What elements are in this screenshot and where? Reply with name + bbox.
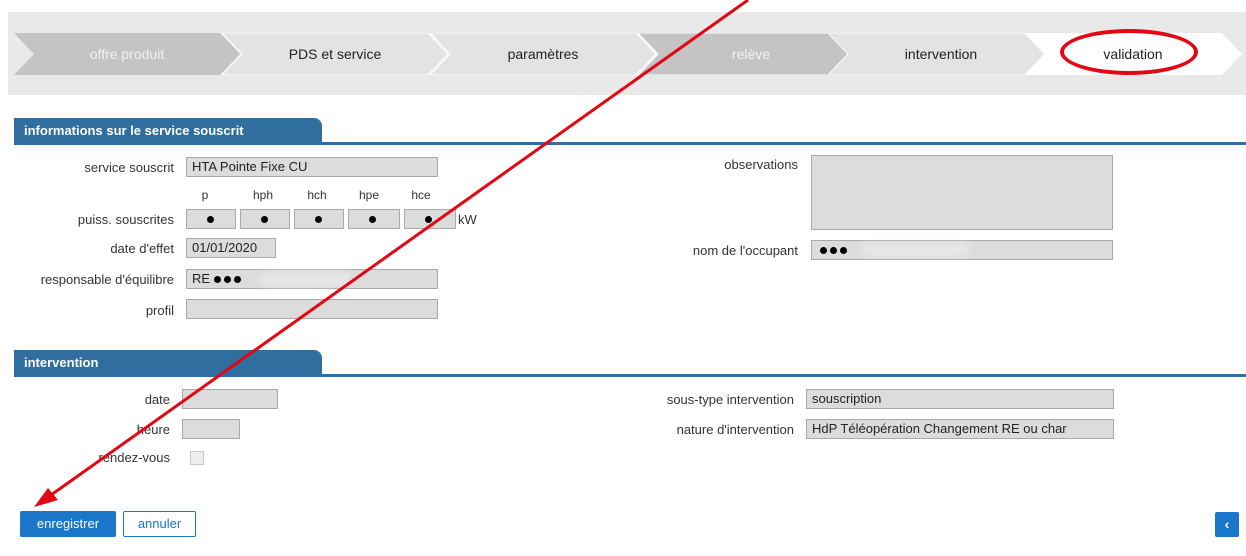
annotation-arrow [34, 0, 749, 507]
